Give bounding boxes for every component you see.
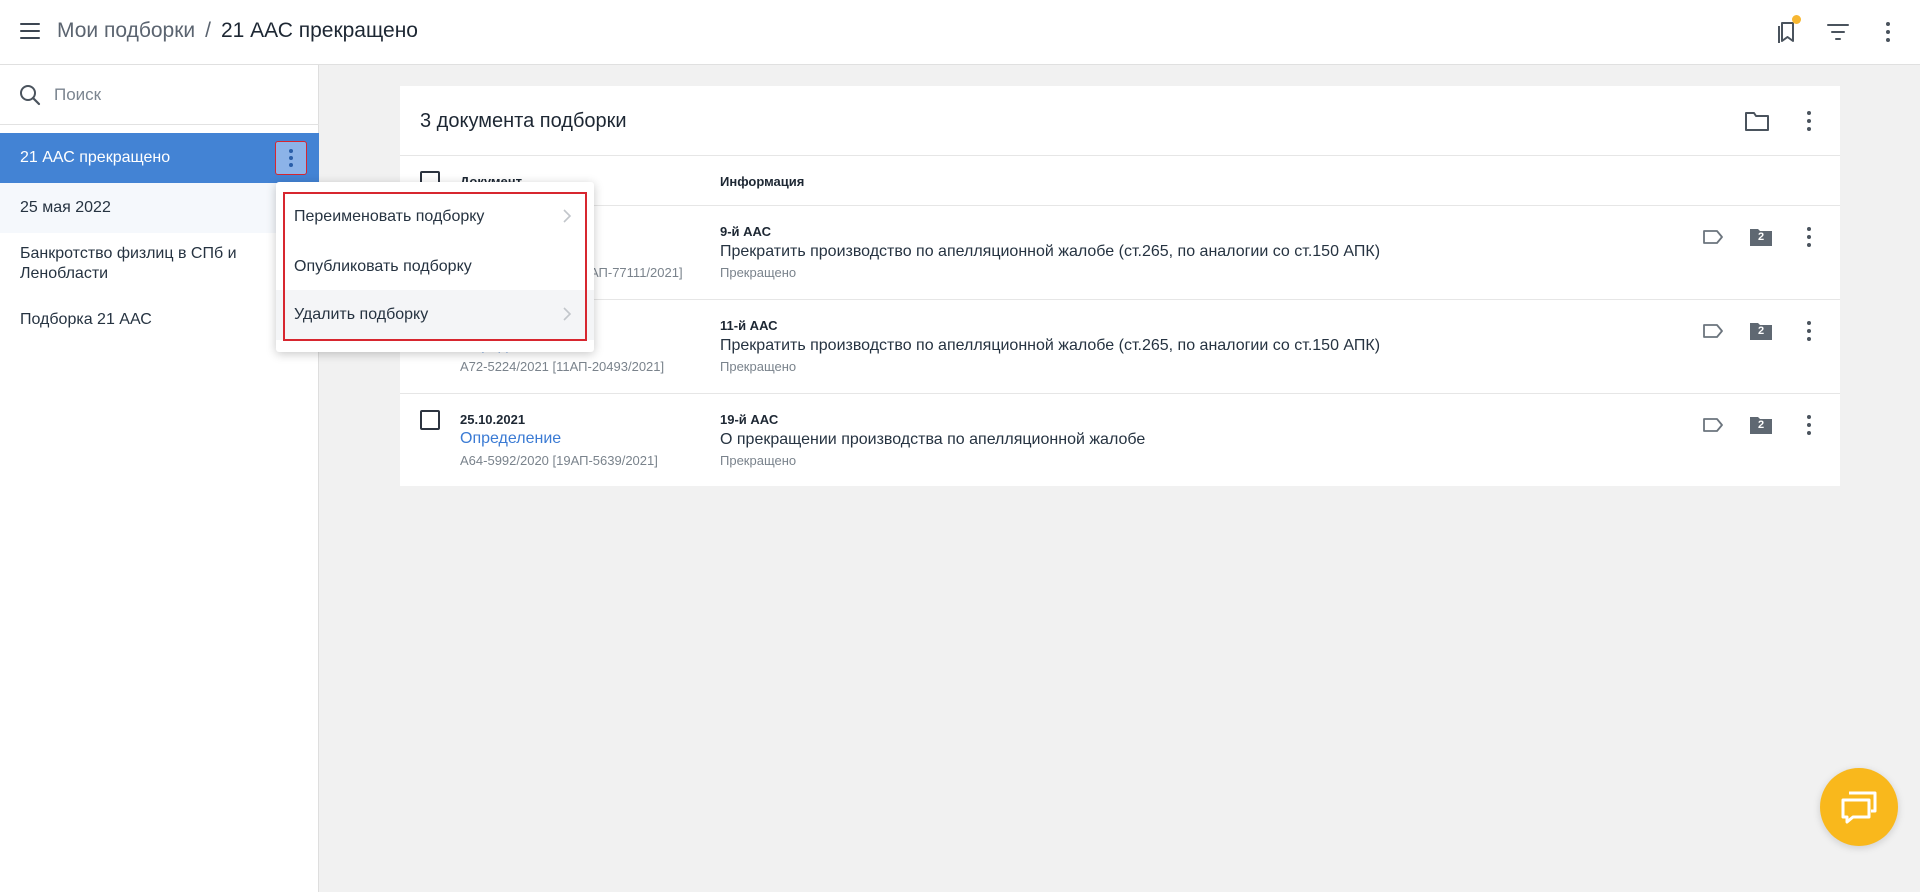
row-actions: 2 [1696, 408, 1826, 442]
folder-count-icon[interactable]: 2 [1744, 220, 1778, 254]
sidebar: 21 ААС прекращено 25 мая 2022 Банкротств… [0, 65, 319, 892]
notification-dot [1792, 15, 1801, 24]
collections-list: 21 ААС прекращено 25 мая 2022 Банкротств… [0, 133, 319, 345]
search-input[interactable] [54, 84, 294, 105]
info-text: Прекратить производство по апелляционной… [720, 243, 1381, 260]
menu-item-label: Переименовать подборку [294, 208, 485, 225]
collection-more-icon[interactable] [275, 141, 307, 175]
row-actions: 2 [1696, 314, 1826, 348]
info-court: 11-й ААС [720, 318, 778, 333]
breadcrumb-root-link[interactable]: Мои подборки [57, 19, 195, 43]
folder-count: 2 [1757, 419, 1765, 431]
table-row[interactable]: 25.10.2021 Определение А64-5992/2020 [19… [400, 394, 1840, 486]
tag-icon[interactable] [1696, 314, 1730, 348]
hamburger-menu-icon[interactable] [18, 19, 42, 43]
card-header: 3 документа подборки [400, 86, 1840, 156]
doc-date: 25.10.2021 [460, 412, 526, 427]
sidebar-item-21-aas[interactable]: 21 ААС прекращено [0, 133, 319, 183]
row-checkbox[interactable] [420, 410, 440, 430]
menu-item-label: Удалить подборку [294, 306, 429, 323]
documents-card: 3 документа подборки Документ Информация… [400, 86, 1840, 486]
row-more-icon[interactable] [1792, 314, 1826, 348]
chevron-right-icon [563, 209, 572, 223]
doc-number: АП-77111/2021] [590, 265, 683, 280]
column-header-info: Информация [720, 174, 805, 189]
table-row[interactable]: Определение А72-5224/2021 [11АП-20493/20… [400, 300, 1840, 394]
table-header: Документ Информация [400, 156, 1840, 206]
doc-number: А72-5224/2021 [11АП-20493/2021] [460, 359, 665, 374]
sidebar-item-label: Банкротство физлиц в СПб и Ленобласти [20, 245, 237, 282]
sidebar-item-bankruptcy[interactable]: Банкротство физлиц в СПб и Ленобласти [0, 233, 319, 295]
top-bar: Мои подборки / 21 ААС прекращено [0, 0, 1920, 65]
menu-item-publish[interactable]: Опубликовать подборку [276, 242, 594, 292]
row-more-icon[interactable] [1792, 408, 1826, 442]
search-icon [20, 84, 41, 105]
info-text: Прекратить производство по апелляционной… [720, 337, 1381, 354]
info-status: Прекращено [720, 359, 797, 374]
info-court: 19-й ААС [720, 412, 779, 427]
menu-item-delete[interactable]: Удалить подборку [276, 290, 594, 340]
menu-item-rename[interactable]: Переименовать подборку [276, 192, 594, 242]
card-more-icon[interactable] [1792, 104, 1826, 138]
sidebar-item-label: Подборка 21 ААС [20, 311, 152, 328]
folder-icon[interactable] [1740, 104, 1774, 138]
folder-count-icon[interactable]: 2 [1744, 314, 1778, 348]
filter-icon[interactable] [1820, 14, 1856, 50]
doc-number: А64-5992/2020 [19АП-5639/2021] [460, 453, 658, 468]
tag-icon[interactable] [1696, 220, 1730, 254]
collection-context-menu: Переименовать подборку Опубликовать подб… [276, 182, 594, 352]
info-text: О прекращении производства по апелляцион… [720, 431, 1146, 448]
sidebar-item-podborka-21[interactable]: Подборка 21 ААС [0, 295, 319, 345]
row-more-icon[interactable] [1792, 220, 1826, 254]
bookmarks-icon[interactable] [1770, 14, 1806, 50]
tag-icon[interactable] [1696, 408, 1730, 442]
more-vertical-icon[interactable] [1870, 14, 1906, 50]
top-actions [1770, 14, 1906, 50]
folder-count-icon[interactable]: 2 [1744, 408, 1778, 442]
folder-count: 2 [1757, 231, 1765, 243]
info-status: Прекращено [720, 265, 797, 280]
menu-item-label: Опубликовать подборку [294, 258, 472, 275]
doc-type-link[interactable]: Определение [460, 430, 561, 448]
row-actions: 2 [1696, 220, 1826, 254]
folder-count: 2 [1757, 325, 1765, 337]
card-actions [1740, 104, 1826, 138]
sidebar-item-label: 21 ААС прекращено [20, 149, 171, 166]
chat-button[interactable] [1820, 768, 1898, 846]
info-status: Прекращено [720, 453, 797, 468]
page-title: 21 ААС прекращено [220, 19, 418, 42]
chat-icon [1841, 791, 1877, 824]
info-court: 9-й ААС [720, 224, 772, 239]
breadcrumb: Мои подборки / 21 ААС прекращено [57, 19, 418, 43]
sidebar-item-label: 25 мая 2022 [20, 199, 111, 216]
table-row[interactable]: АП-77111/2021] 9-й ААС Прекратить произв… [400, 206, 1840, 300]
card-title: 3 документа подборки [420, 110, 627, 132]
sidebar-item-25-may[interactable]: 25 мая 2022 [0, 183, 319, 233]
breadcrumb-separator: / [205, 19, 211, 42]
search-bar [0, 65, 319, 125]
chevron-right-icon [563, 307, 572, 321]
